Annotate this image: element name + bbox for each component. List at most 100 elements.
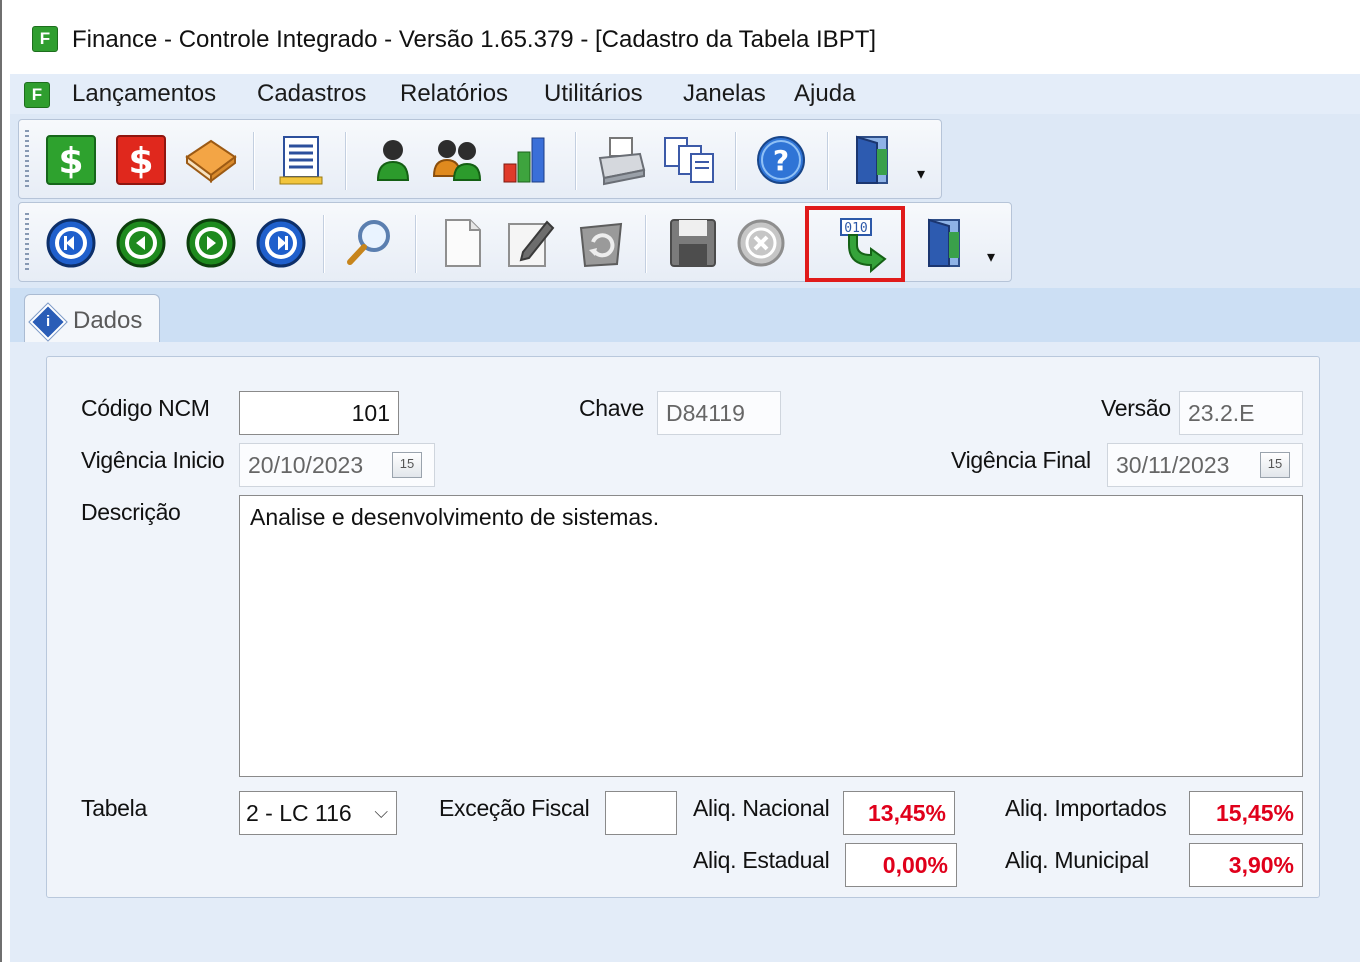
toolbar-separator <box>253 132 255 190</box>
codigo-ncm-field[interactable]: 101 <box>239 391 399 435</box>
cash-out-button[interactable]: $ <box>113 132 169 188</box>
aliq-nacional-label: Aliq. Nacional <box>693 795 830 821</box>
aliq-importados-label: Aliq. Importados <box>1005 795 1167 821</box>
next-record-button[interactable] <box>183 215 239 271</box>
person-icon <box>376 140 410 181</box>
aliq-municipal-label: Aliq. Municipal <box>1005 847 1149 873</box>
menu-cadastros[interactable]: Cadastros <box>257 80 366 108</box>
book-button[interactable] <box>183 132 239 188</box>
copy-documents-icon <box>664 137 714 183</box>
toolbar-separator <box>323 215 325 273</box>
toolbar-separator <box>827 132 829 190</box>
report-button[interactable] <box>273 132 329 188</box>
search-button[interactable] <box>341 215 397 271</box>
previous-record-button[interactable] <box>113 215 169 271</box>
vigencia-final-value: 30/11/2023 <box>1116 452 1230 478</box>
tab-strip: i Dados <box>10 288 1360 344</box>
new-record-button[interactable] <box>435 215 491 271</box>
excecao-fiscal-field[interactable] <box>605 791 677 835</box>
menu-utilitarios[interactable]: Utilitários <box>544 80 643 108</box>
next-record-icon <box>186 218 236 268</box>
mdi-system-menu-icon[interactable]: F <box>24 82 50 108</box>
toolbar-grip[interactable] <box>25 213 29 271</box>
toolbar-separator <box>345 132 347 190</box>
copy-documents-button[interactable] <box>661 132 717 188</box>
calendar-icon[interactable]: 15 <box>392 452 422 478</box>
svg-text:$: $ <box>128 141 153 182</box>
aliq-municipal-field[interactable]: 3,90% <box>1189 843 1303 887</box>
save-button[interactable] <box>665 215 721 271</box>
previous-record-icon <box>116 218 166 268</box>
tab-dados[interactable]: i Dados <box>24 294 160 344</box>
excecao-fiscal-label: Exceção Fiscal <box>439 795 590 821</box>
app-logo-icon: F <box>32 26 58 52</box>
toolbar-separator <box>735 132 737 190</box>
descricao-label: Descrição <box>81 499 181 525</box>
chave-field[interactable]: D84119 <box>657 391 781 435</box>
vigencia-inicio-value: 20/10/2023 <box>248 452 364 478</box>
versao-label: Versão <box>1101 395 1171 421</box>
highlight-box <box>805 206 905 282</box>
svg-text:$: $ <box>58 141 83 182</box>
toolbar-options-chevron-icon[interactable]: ▾ <box>987 247 995 267</box>
help-icon: ? <box>757 136 805 184</box>
title-bar: F Finance - Controle Integrado - Versão … <box>10 0 1360 74</box>
save-icon <box>670 219 716 267</box>
first-record-button[interactable] <box>43 215 99 271</box>
versao-field[interactable]: 23.2.E <box>1179 391 1303 435</box>
vigencia-inicio-field[interactable]: 20/10/2023 15 <box>239 443 435 487</box>
aliq-estadual-label: Aliq. Estadual <box>693 847 830 873</box>
edit-record-button[interactable] <box>503 215 559 271</box>
last-record-button[interactable] <box>253 215 309 271</box>
book-icon <box>185 139 237 183</box>
window-title: Finance - Controle Integrado - Versão 1.… <box>72 26 877 53</box>
toolbar-grip[interactable] <box>25 130 29 188</box>
dollar-red-icon: $ <box>116 135 166 185</box>
tabela-label: Tabela <box>81 795 147 821</box>
help-button[interactable]: ? <box>753 132 809 188</box>
window-left-border <box>0 0 2 962</box>
main-toolbar: $ $ ? ▾ <box>18 119 942 199</box>
menu-relatorios[interactable]: Relatórios <box>400 80 508 108</box>
exit-door-icon <box>928 218 960 267</box>
vigencia-final-field[interactable]: 30/11/2023 15 <box>1107 443 1303 487</box>
calendar-icon[interactable]: 15 <box>1260 452 1290 478</box>
chart-button[interactable] <box>497 132 553 188</box>
menu-janelas[interactable]: Janelas <box>683 80 766 108</box>
toolbar-area: $ $ ? ▾ 010 ▾ <box>10 114 1360 288</box>
printer-icon <box>598 137 646 186</box>
exit-door-icon <box>856 135 888 184</box>
cancel-button[interactable] <box>733 215 789 271</box>
tabela-select[interactable]: 2 - LC 116 ⌵ <box>239 791 397 835</box>
record-toolbar: 010 ▾ <box>18 202 1012 282</box>
chevron-down-icon: ⌵ <box>374 802 388 822</box>
aliq-nacional-field[interactable]: 13,45% <box>843 791 955 835</box>
first-record-icon <box>46 218 96 268</box>
last-record-icon <box>256 218 306 268</box>
new-document-icon <box>445 219 481 267</box>
form-panel: Código NCM 101 Chave D84119 Versão 23.2.… <box>46 356 1320 898</box>
vigencia-final-label: Vigência Final <box>951 447 1091 473</box>
toolbar-separator <box>645 215 647 273</box>
print-button[interactable] <box>593 132 649 188</box>
dollar-green-icon: $ <box>46 135 96 185</box>
exit-button[interactable] <box>845 132 901 188</box>
delete-record-button[interactable] <box>573 215 629 271</box>
toolbar-options-chevron-icon[interactable]: ▾ <box>917 164 925 184</box>
delete-icon <box>579 222 623 268</box>
exit-button[interactable] <box>917 215 973 271</box>
toolbar-separator <box>575 132 577 190</box>
people-button[interactable] <box>429 132 485 188</box>
people-icon <box>432 140 482 181</box>
person-button[interactable] <box>365 132 421 188</box>
menu-lancamentos[interactable]: Lançamentos <box>72 80 216 108</box>
menu-ajuda[interactable]: Ajuda <box>794 80 855 108</box>
toolbar-separator <box>415 215 417 273</box>
edit-icon <box>508 220 555 267</box>
aliq-importados-field[interactable]: 15,45% <box>1189 791 1303 835</box>
tab-label: Dados <box>73 307 143 334</box>
descricao-textarea[interactable]: Analise e desenvolvimento de sistemas. <box>239 495 1303 777</box>
aliq-estadual-field[interactable]: 0,00% <box>845 843 957 887</box>
cash-in-button[interactable]: $ <box>43 132 99 188</box>
tab-page-dados: Código NCM 101 Chave D84119 Versão 23.2.… <box>10 342 1360 962</box>
